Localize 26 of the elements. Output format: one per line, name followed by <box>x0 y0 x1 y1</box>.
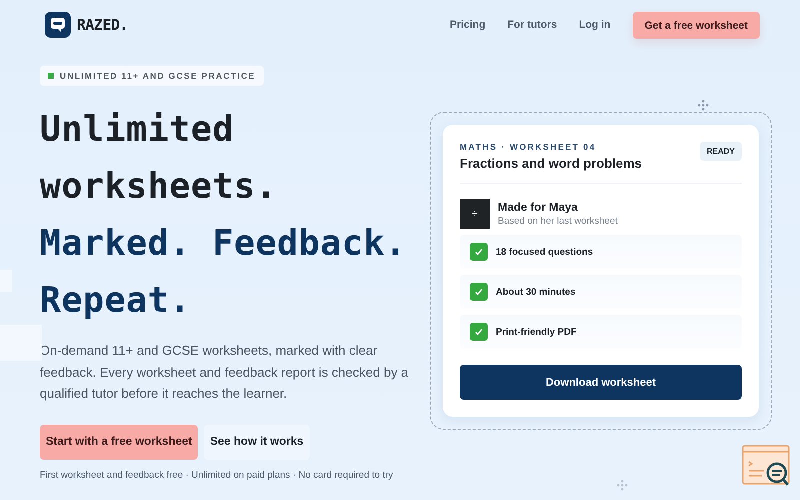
move-icon <box>617 480 628 491</box>
cta-button[interactable]: Get a free worksheet <box>632 12 760 38</box>
headline-line: Marked. Feedback. <box>40 223 408 266</box>
brand-name: RAZED. <box>77 16 128 34</box>
move-icon <box>698 100 709 111</box>
card-eyebrow: MATHS · WORKSHEET 04 <box>460 142 598 152</box>
nav-link[interactable]: Log in <box>579 19 611 31</box>
learner-name: Made for Maya <box>498 202 579 214</box>
badge-text: UNLIMITED 11+ AND GCSE PRACTICE <box>60 71 256 81</box>
card-title: Fractions and word problems <box>460 156 642 171</box>
feature-text: About 30 minutes <box>496 286 576 298</box>
intro-paragraph: On-demand 11+ and GCSE worksheets, marked with clear feedback. Every worksheet and feedback report is checked by a qualified tutor before it reaches the learner. <box>40 342 410 403</box>
learner-note: Based on her last worksheet <box>498 216 618 226</box>
headline-line: Unlimited <box>40 109 236 152</box>
nav-link[interactable]: For tutors <box>508 19 558 31</box>
feature-text: 18 focused questions <box>496 246 594 258</box>
headline-line: worksheets. <box>40 166 278 209</box>
download-button[interactable]: Download worksheet <box>460 365 742 400</box>
footnote: First worksheet and feedback free · Unlimited on paid plans · No card required to try <box>40 470 394 480</box>
feature-text: Print-friendly PDF <box>496 326 577 338</box>
status-badge: READY <box>700 142 742 161</box>
primary-button[interactable]: Start with a free worksheet <box>40 424 198 460</box>
divide-icon: ÷ <box>460 199 490 229</box>
headline-line: Repeat. <box>40 280 192 323</box>
secondary-button[interactable]: See how it works <box>204 424 310 460</box>
nav-link[interactable]: Pricing <box>450 19 486 31</box>
